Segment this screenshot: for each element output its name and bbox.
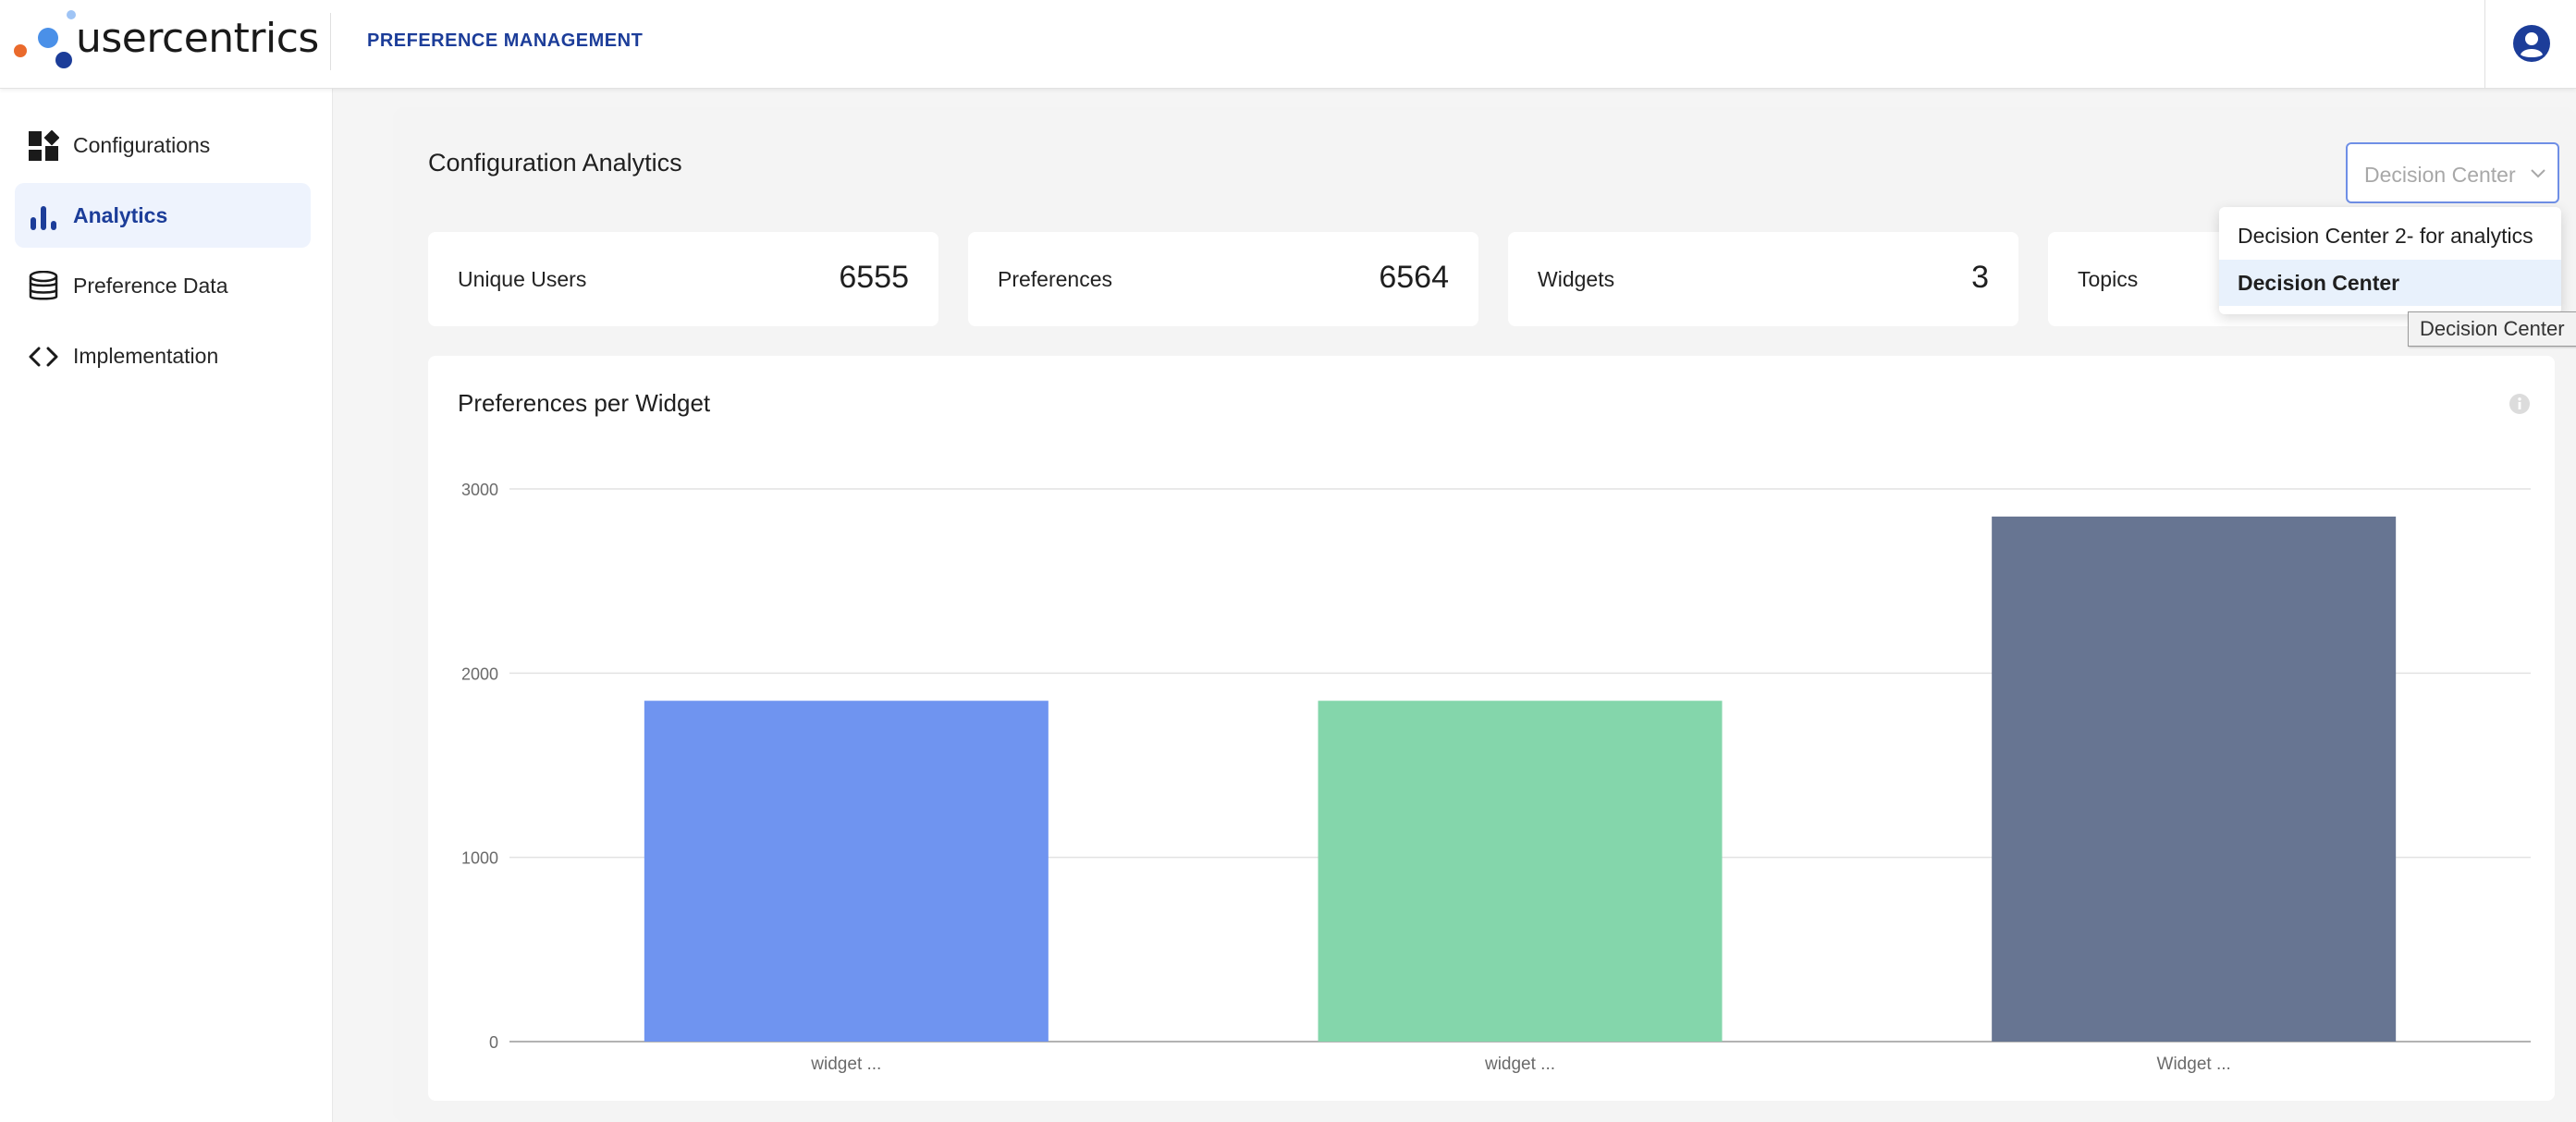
top-header: usercentrics PREFERENCE MANAGEMENT: [0, 0, 2576, 89]
chart-card: Preferences per Widget 0 1000 2000 3000 widg…: [428, 356, 2555, 1101]
configuration-dropdown-menu: Decision Center 2- for analytics Decisio…: [2219, 207, 2561, 314]
stat-label: Widgets: [1538, 267, 1615, 291]
sidebar-item-label: Preference Data: [73, 273, 228, 298]
y-tick-label: 0: [489, 1033, 498, 1052]
y-tick-label: 3000: [461, 481, 498, 499]
stat-card-widgets: Widgets 3: [1508, 232, 2018, 326]
page-title: Configuration Analytics: [428, 149, 682, 177]
chart-bar: [1992, 516, 2397, 1042]
select-value: Decision Center: [2364, 163, 2516, 187]
dropdown-option[interactable]: Decision Center 2- for analytics: [2219, 213, 2561, 259]
sidebar-item-label: Analytics: [73, 202, 168, 227]
stat-value: 6555: [839, 260, 909, 295]
sidebar-item-label: Configurations: [73, 132, 211, 157]
x-tick-label: widget ...: [1484, 1055, 1555, 1074]
sidebar-item-implementation[interactable]: Implementation: [15, 323, 311, 388]
sidebar-item-analytics[interactable]: Analytics: [15, 183, 311, 248]
header-divider-right: [2484, 0, 2485, 89]
y-tick-label: 1000: [461, 849, 498, 868]
chevron-down-icon: [2531, 169, 2545, 178]
stat-card-unique-users: Unique Users 6555: [428, 232, 938, 326]
x-tick-label: widget ...: [810, 1055, 881, 1074]
usercentrics-logo[interactable]: usercentrics: [13, 9, 319, 72]
user-avatar-icon[interactable]: [2513, 25, 2550, 62]
database-icon: [29, 271, 58, 300]
stat-label: Preferences: [998, 267, 1113, 291]
sidebar: Configurations Analytics Preference Data…: [0, 89, 333, 1122]
configurations-icon: [29, 130, 59, 161]
code-icon: [29, 347, 58, 367]
tooltip: Decision Center: [2408, 311, 2576, 347]
sidebar-item-preference-data[interactable]: Preference Data: [15, 253, 311, 318]
x-tick-label: Widget ...: [2157, 1055, 2231, 1074]
sidebar-item-label: Implementation: [73, 343, 219, 368]
chart-bar: [1318, 701, 1723, 1042]
analytics-icon: [31, 206, 56, 230]
brand-name: usercentrics: [76, 15, 319, 62]
stat-card-preferences: Preferences 6564: [968, 232, 1478, 326]
logo-mark-icon: [14, 10, 76, 68]
header-divider: [330, 13, 331, 70]
sidebar-item-configurations[interactable]: Configurations: [15, 113, 311, 177]
stat-value: 6564: [1379, 260, 1449, 295]
stat-value: 3: [1971, 260, 1989, 295]
stat-label: Unique Users: [458, 267, 587, 291]
dropdown-option-selected[interactable]: Decision Center: [2219, 260, 2561, 306]
chart-bar: [644, 701, 1049, 1042]
y-tick-label: 2000: [461, 665, 498, 683]
app-title: PREFERENCE MANAGEMENT: [367, 30, 644, 51]
bar-chart: 0 1000 2000 3000 widget ... widget ... Widget …: [461, 481, 2531, 1074]
configuration-select[interactable]: Decision Center: [2346, 142, 2559, 203]
stat-label: Topics: [2078, 267, 2139, 291]
